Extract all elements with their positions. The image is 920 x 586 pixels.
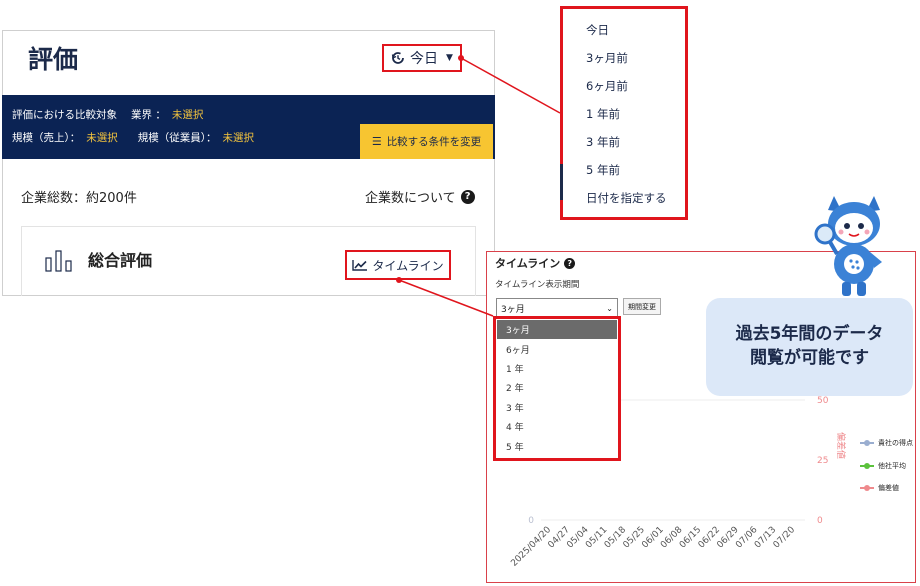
connector-lines (396, 55, 561, 317)
